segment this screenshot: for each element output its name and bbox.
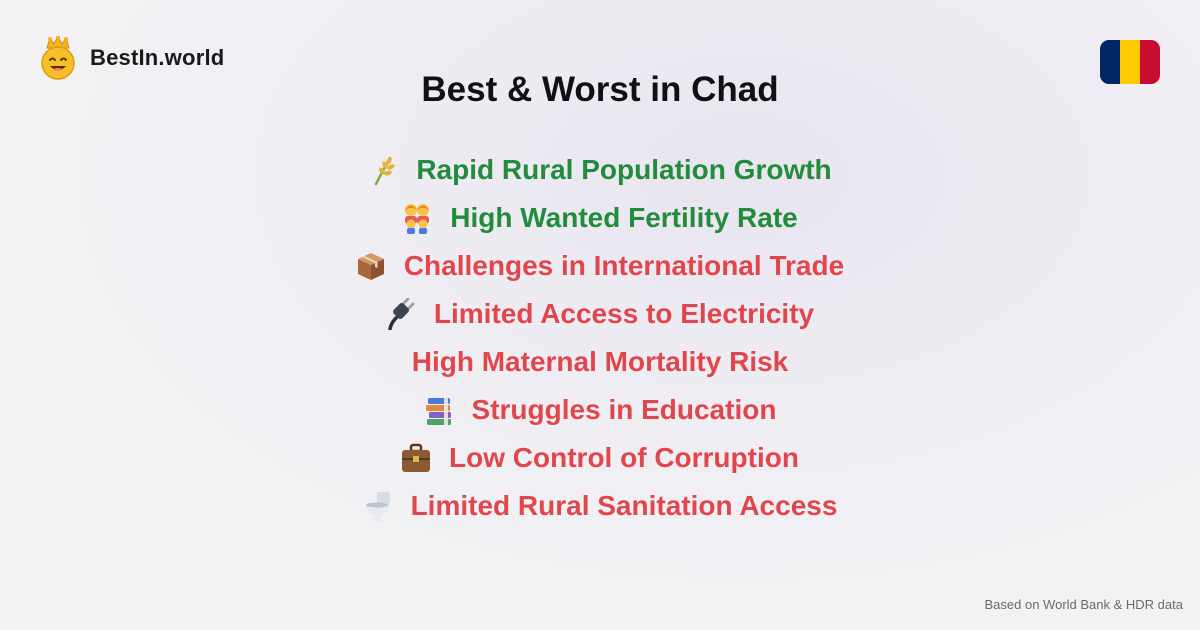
list-item[interactable]: Rapid Rural Population Growth <box>0 146 1200 194</box>
list-item[interactable]: Limited Rural Sanitation Access <box>0 482 1200 530</box>
item-label: High Maternal Mortality Risk <box>411 346 789 377</box>
list-item[interactable]: Challenges in International Trade <box>0 242 1200 290</box>
list-item[interactable]: Struggles in Education <box>0 386 1200 434</box>
list-item[interactable]: Limited Access to Electricity <box>0 290 1200 338</box>
list-item[interactable]: High Wanted Fertility Rate <box>0 194 1200 242</box>
best-worst-list: Rapid Rural Population Growth High Wante… <box>0 146 1200 530</box>
briefcase-icon <box>401 442 431 474</box>
item-label: Limited Access to Electricity <box>433 298 815 329</box>
books-icon <box>424 394 454 426</box>
list-item[interactable]: Low Control of Corruption <box>0 434 1200 482</box>
toilet-icon <box>363 490 393 522</box>
list-item[interactable]: High Maternal Mortality Risk <box>0 338 1200 386</box>
item-label: Low Control of Corruption <box>449 442 799 473</box>
item-label: Struggles in Education <box>471 394 777 425</box>
sheaf-of-rice-icon <box>368 154 398 186</box>
page-title: Best & Worst in Chad <box>421 70 779 109</box>
package-icon <box>356 250 386 282</box>
electric-plug-icon <box>386 298 416 330</box>
item-label: Challenges in International Trade <box>403 250 845 281</box>
family-icon <box>402 202 432 234</box>
brand-name: BestIn.world <box>90 45 225 70</box>
data-source-footer: Based on World Bank & HDR data <box>984 597 1183 612</box>
item-label: Rapid Rural Population Growth <box>416 154 832 185</box>
item-label: High Wanted Fertility Rate <box>450 202 798 233</box>
item-label: Limited Rural Sanitation Access <box>410 490 838 521</box>
